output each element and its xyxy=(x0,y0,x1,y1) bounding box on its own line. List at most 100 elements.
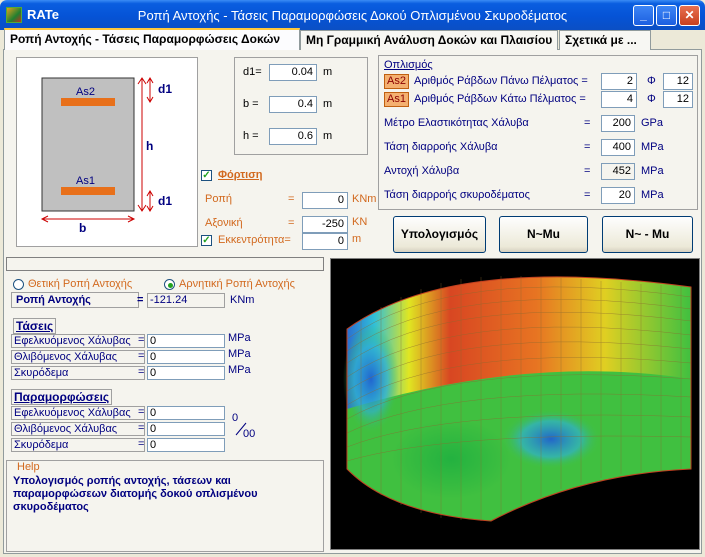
steel-modulus-unit: GPa xyxy=(641,117,664,129)
help-text: Υπολογισμός ροπής αντοχής, τάσεων και πα… xyxy=(13,475,258,513)
h-unit: m xyxy=(323,130,333,142)
reinforcement-title: Οπλισμός xyxy=(384,59,433,71)
tab-about[interactable]: Σχετικά με ... xyxy=(559,30,651,50)
strain-tension-eq: = xyxy=(138,406,145,418)
rebar-top xyxy=(61,98,115,106)
b-input[interactable]: 0.4 xyxy=(269,96,317,113)
moment-input[interactable]: 0 xyxy=(302,192,348,209)
b-field-label: b = xyxy=(243,98,259,110)
eccentricity-label: Εκκεντρότητα= xyxy=(218,234,291,246)
title-bar: RATe Ροπή Αντοχής - Τάσεις Παραμορφώσεις… xyxy=(0,0,705,30)
maximize-button[interactable]: □ xyxy=(656,5,677,26)
strain-concrete-value: 0 xyxy=(147,438,225,452)
stress-compression-value: 0 xyxy=(147,350,225,364)
as2-count-label: Αριθμός Ράβδων Πάνω Πέλματος = xyxy=(414,75,588,87)
as1-label: As1 xyxy=(76,175,95,187)
close-icon: ✕ xyxy=(684,8,695,22)
resistance-moment-eq: = xyxy=(137,294,144,306)
stress-concrete-value: 0 xyxy=(147,366,225,380)
tab-moment-stresses[interactable]: Ροπή Αντοχής - Τάσεις Παραμορφώσεις Δοκώ… xyxy=(4,28,300,50)
stress-tension-label: Εφελκυόμενος Χάλυβας xyxy=(11,334,145,348)
d1-bottom-label: d1 xyxy=(158,194,173,208)
steel-yield-label: Τάση διαρροής Χάλυβα xyxy=(384,141,498,153)
as2-count-input[interactable]: 2 xyxy=(601,73,637,90)
axial-eq: = xyxy=(288,217,295,229)
h-label: h xyxy=(146,139,154,153)
resistance-moment-unit: KNm xyxy=(230,294,255,306)
as2-label: As2 xyxy=(76,86,95,98)
minimize-button[interactable]: _ xyxy=(633,5,654,26)
positive-moment-label: Θετική Ροπή Αντοχής xyxy=(28,278,133,290)
stress-tension-eq: = xyxy=(138,334,145,346)
eccentricity-input[interactable]: 0 xyxy=(302,233,348,250)
as1-diameter-input[interactable]: 12 xyxy=(663,91,693,108)
steel-yield-input[interactable]: 400 xyxy=(601,139,635,156)
steel-strength-label: Αντοχή Χάλυβα xyxy=(384,165,460,177)
axial-label: Αξονική xyxy=(205,217,243,229)
stress-surface-svg xyxy=(343,276,692,522)
stress-compression-eq: = xyxy=(138,350,145,362)
strain-compression-eq: = xyxy=(138,422,145,434)
axial-unit: KN xyxy=(352,216,368,228)
steel-modulus-input[interactable]: 200 xyxy=(601,115,635,132)
help-panel: Help Υπολογισμός ροπής αντοχής, τάσεων κ… xyxy=(6,460,324,552)
stress-concrete-unit: MPa xyxy=(228,364,251,376)
strain-tension-label: Εφελκυόμενος Χάλυβας xyxy=(11,406,145,420)
stress-tension-unit: MPa xyxy=(228,332,251,344)
loading-checkbox[interactable]: ✓ xyxy=(201,170,212,181)
steel-strength-eq: = xyxy=(584,165,591,177)
moment-eq: = xyxy=(288,193,295,205)
as2-tag: As2 xyxy=(384,74,409,89)
stresses-title: Τάσεις xyxy=(13,318,57,334)
surface-blue-region xyxy=(501,409,601,469)
n-mu-button[interactable]: N~Mu xyxy=(499,216,588,253)
d1-unit: m xyxy=(323,66,333,78)
dimensions-group: d1= 0.04 m b = 0.4 m h = 0.6 m xyxy=(234,57,368,155)
eccentricity-unit: m xyxy=(352,233,362,245)
as1-count-input[interactable]: 4 xyxy=(601,91,637,108)
minimize-icon: _ xyxy=(640,8,647,22)
loading-title: Φόρτιση xyxy=(218,169,263,181)
progress-bar xyxy=(6,257,324,271)
concrete-yield-eq: = xyxy=(584,189,591,201)
concrete-yield-unit: MPa xyxy=(641,189,664,201)
steel-strength-unit: MPa xyxy=(641,165,664,177)
b-label: b xyxy=(79,221,87,235)
d1-input[interactable]: 0.04 xyxy=(269,64,317,81)
strains-title: Παραμορφώσεις xyxy=(11,389,113,405)
tab-nonlinear-analysis[interactable]: Μη Γραμμική Ανάλυση Δοκών και Πλαισίου xyxy=(300,30,558,50)
reinforcement-group: Οπλισμός As2 Αριθμός Ράβδων Πάνω Πέλματο… xyxy=(378,55,698,210)
strain-compression-label: Θλιβόμενος Χάλυβας xyxy=(11,422,145,436)
concrete-yield-input[interactable]: 20 xyxy=(601,187,635,204)
stress-3d-view[interactable] xyxy=(330,258,700,550)
as2-phi: Φ xyxy=(647,75,656,87)
strain-tension-value: 0 xyxy=(147,406,225,420)
negative-moment-radio[interactable] xyxy=(164,279,175,290)
b-unit: m xyxy=(323,98,333,110)
steel-yield-eq: = xyxy=(584,141,591,153)
compute-button[interactable]: Υπολογισμός xyxy=(393,216,486,253)
h-input[interactable]: 0.6 xyxy=(269,128,317,145)
moment-label: Ροπή xyxy=(205,193,233,205)
negative-moment-label: Αρνητική Ροπή Αντοχής xyxy=(179,278,295,290)
resistance-moment-label: Ροπή Αντοχής xyxy=(16,294,91,306)
stress-tension-value: 0 xyxy=(147,334,225,348)
as2-diameter-input[interactable]: 12 xyxy=(663,73,693,90)
positive-moment-radio[interactable] xyxy=(13,279,24,290)
steel-modulus-label: Μέτρο Ελαστικότητας Χάλυβα xyxy=(384,117,529,129)
moment-unit: KNm xyxy=(352,193,377,205)
resistance-moment-value: -121.24 xyxy=(147,293,225,308)
maximize-icon: □ xyxy=(662,8,671,22)
as1-phi: Φ xyxy=(647,93,656,105)
n-mu-alt-button[interactable]: N~ - Mu xyxy=(602,216,693,253)
stress-compression-label: Θλιβόμενος Χάλυβας xyxy=(11,350,145,364)
strain-concrete-eq: = xyxy=(138,438,145,450)
h-field-label: h = xyxy=(243,130,259,142)
eccentricity-checkbox[interactable]: ✓ xyxy=(201,235,212,246)
steel-strength-value: 452 xyxy=(601,163,635,180)
close-button[interactable]: ✕ xyxy=(679,5,700,26)
strain-compression-value: 0 xyxy=(147,422,225,436)
window-title: Ροπή Αντοχής - Τάσεις Παραμορφώσεις Δοκο… xyxy=(137,8,568,23)
rebar-bottom xyxy=(61,187,115,195)
axial-input[interactable]: -250 xyxy=(302,216,348,233)
